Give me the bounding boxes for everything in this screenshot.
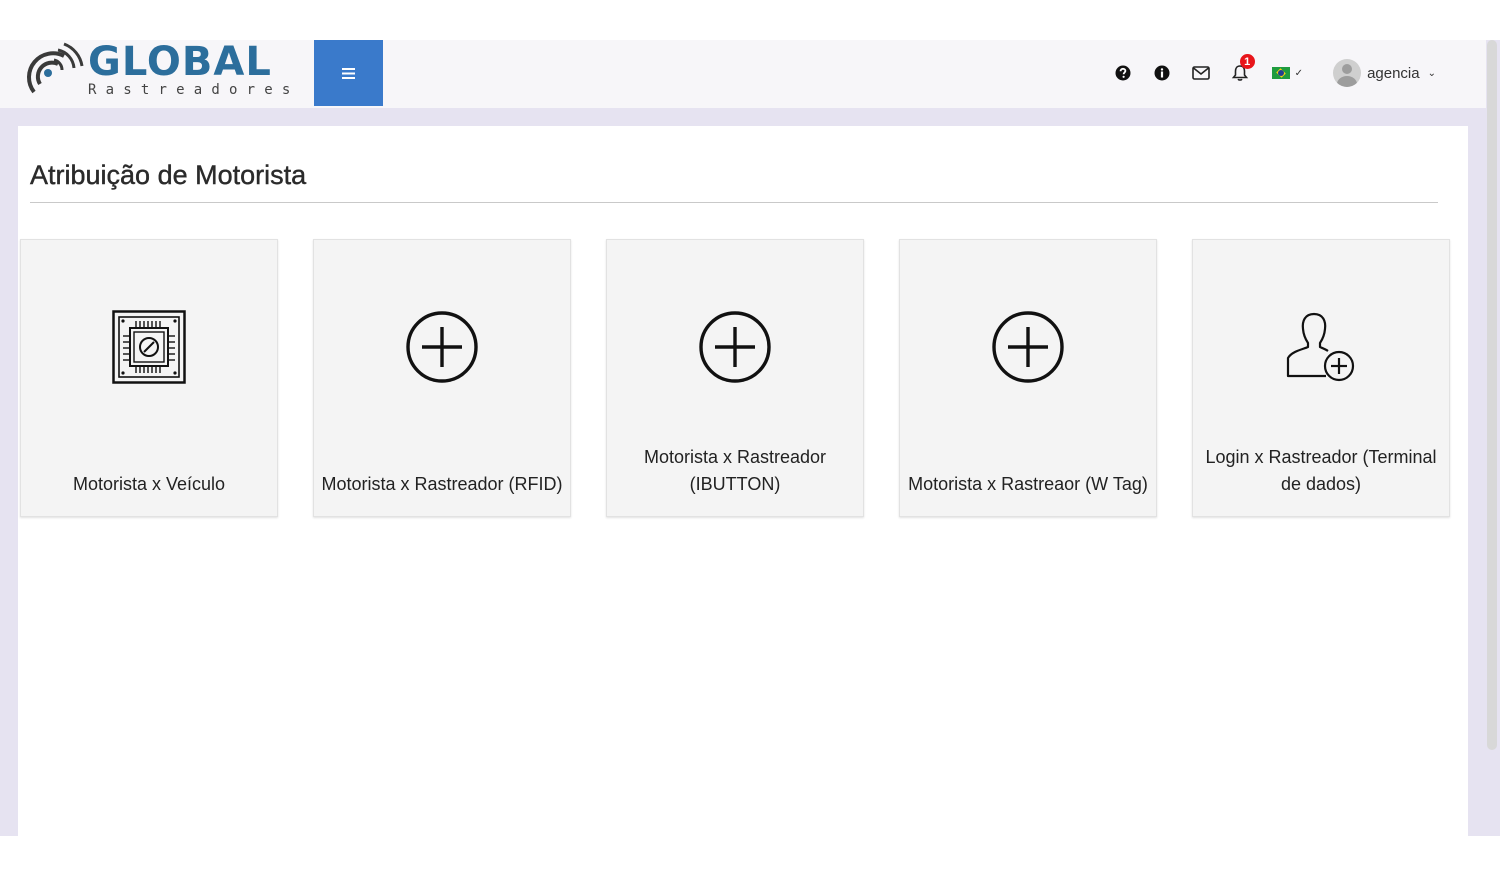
chevron-down-icon: ⌄ <box>1427 67 1436 79</box>
main-content: Atribuição de Motorista Motorista x Veíc… <box>18 126 1468 836</box>
notification-badge: 1 <box>1239 54 1255 69</box>
card-label: Motorista x Rastreador (IBUTTON) <box>643 447 827 494</box>
card-label: Motorista x Rastreador (RFID) <box>321 474 563 494</box>
language-selector[interactable]: ✓ <box>1271 67 1304 79</box>
add-user-icon <box>1286 312 1355 382</box>
mail-icon[interactable] <box>1191 63 1211 83</box>
brand-tagline: Rastreadores <box>88 82 300 98</box>
menu-toggle-button[interactable] <box>314 40 383 106</box>
user-name: agencia <box>1367 64 1420 82</box>
page-title: Atribuição de Motorista <box>30 160 307 190</box>
brand-name: GLOBAL <box>88 39 272 85</box>
card-motorista-wtag[interactable]: Motorista x Rastreaor (W Tag) <box>899 239 1157 517</box>
user-menu[interactable]: agencia ⌄ <box>1333 59 1436 87</box>
chip-icon <box>112 310 186 384</box>
card-motorista-rfid[interactable]: Motorista x Rastreador (RFID) <box>313 239 571 517</box>
card-motorista-ibutton[interactable]: Motorista x Rastreador (IBUTTON) <box>606 239 864 517</box>
signal-icon <box>27 42 84 94</box>
chevron-down-icon: ✓ <box>1294 67 1304 79</box>
page-scrollbar[interactable] <box>1486 40 1498 752</box>
title-divider <box>30 202 1438 203</box>
header-actions: 1 ✓ agencia ⌄ <box>1094 40 1436 106</box>
notifications-button[interactable]: 1 <box>1230 54 1255 83</box>
hamburger-icon <box>342 67 355 79</box>
plus-circle-icon <box>699 311 771 383</box>
card-login-terminal[interactable]: Login x Rastreador (Terminal de dados) <box>1192 239 1450 517</box>
app-frame: GLOBAL Rastreadores 1 ✓ agencia ⌄ Atribu… <box>0 40 1500 836</box>
card-label: Motorista x Rastreaor (W Tag) <box>908 474 1148 494</box>
card-label: Motorista x Veículo <box>72 474 226 494</box>
plus-circle-icon <box>992 311 1064 383</box>
avatar <box>1333 59 1362 87</box>
info-icon[interactable] <box>1152 63 1172 83</box>
top-navbar: GLOBAL Rastreadores 1 ✓ agencia ⌄ <box>0 40 1486 108</box>
card-label: Login x Rastreador (Terminal de dados) <box>1205 447 1437 494</box>
scrollbar-thumb[interactable] <box>1487 40 1497 750</box>
card-motorista-veiculo[interactable]: Motorista x Veículo <box>20 239 278 517</box>
brand-logo[interactable]: GLOBAL Rastreadores <box>18 40 308 106</box>
flag-brazil-icon <box>1271 67 1290 79</box>
help-icon[interactable] <box>1113 63 1133 83</box>
plus-circle-icon <box>406 311 478 383</box>
